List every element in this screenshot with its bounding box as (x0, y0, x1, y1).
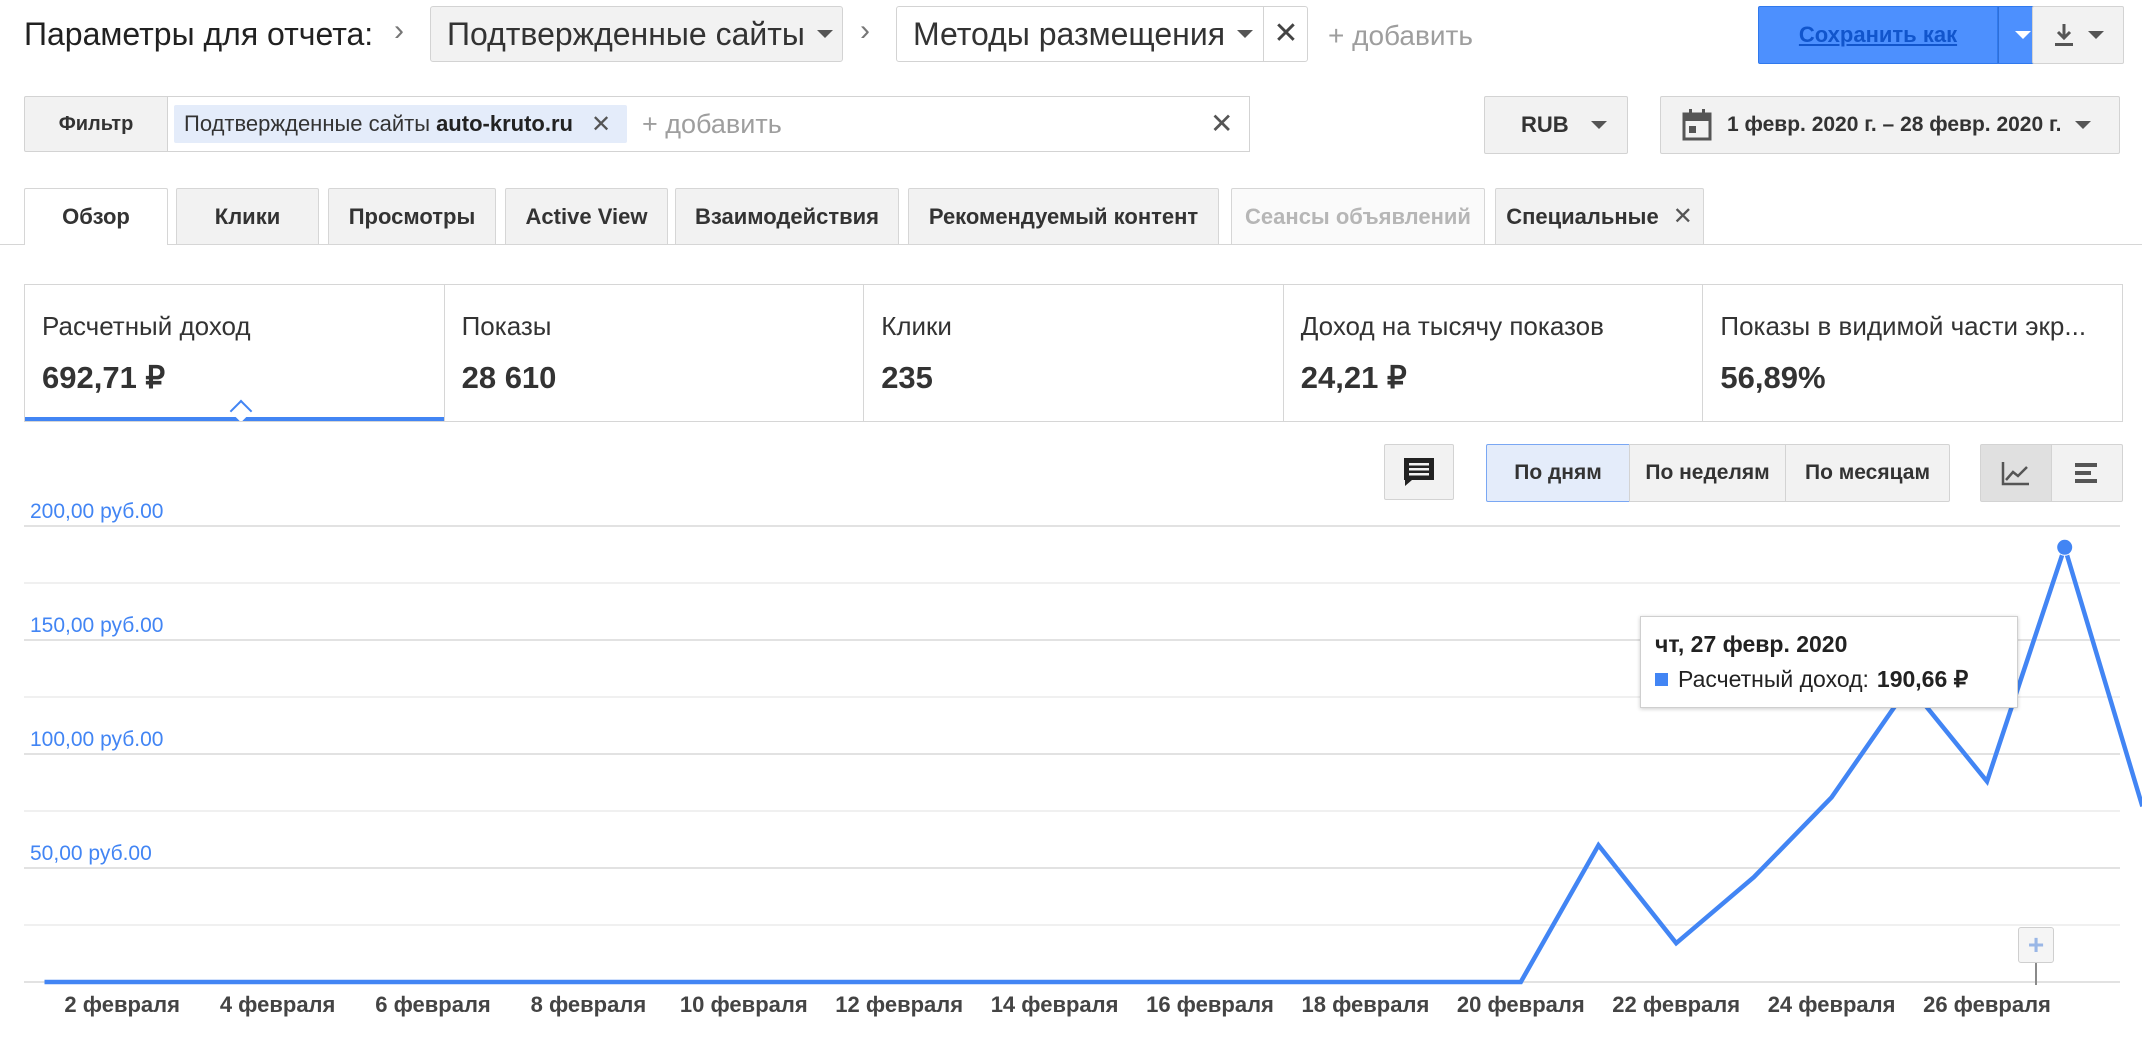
revenue-line-chart[interactable]: 200,00 руб.00 150,00 руб.00 100,00 руб.00 5… (0, 0, 2142, 1038)
tooltip-row: Расчетный доход: 190,66 ₽ (1655, 666, 2017, 693)
x-tick-label: 18 февраля (1302, 992, 1430, 1017)
x-tick-label: 12 февраля (835, 992, 963, 1017)
x-tick-label: 4 февраля (220, 992, 336, 1017)
tooltip-value: 190,66 ₽ (1876, 666, 1969, 692)
y-tick-label: 150,00 руб.00 (30, 614, 163, 637)
y-tick-label: 100,00 руб.00 (30, 728, 163, 751)
chart-add-annotation-plus-icon[interactable]: + (2018, 927, 2054, 963)
x-tick-label: 8 февраля (531, 992, 647, 1017)
chart-tooltip: чт, 27 февр. 2020 Расчетный доход: 190,6… (1640, 616, 2018, 708)
x-tick-label: 22 февраля (1612, 992, 1740, 1017)
x-tick-label: 16 февраля (1146, 992, 1274, 1017)
y-tick-label: 50,00 руб.00 (30, 842, 152, 865)
tooltip-date: чт, 27 февр. 2020 (1655, 631, 1848, 657)
x-tick-label: 6 февраля (375, 992, 491, 1017)
y-tick-label: 200,00 руб.00 (30, 500, 163, 523)
tooltip-series-swatch (1655, 673, 1668, 686)
x-tick-label: 14 февраля (991, 992, 1119, 1017)
x-tick-label: 20 февраля (1457, 992, 1585, 1017)
x-tick-label: 24 февраля (1768, 992, 1896, 1017)
x-tick-label: 2 февраля (64, 992, 180, 1017)
tooltip-series-label: Расчетный доход: (1678, 666, 1869, 692)
revenue-series-line (44, 539, 2142, 985)
x-tick-label: 10 февраля (680, 992, 808, 1017)
x-tick-label: 26 февраля (1923, 992, 2051, 1017)
annotation-marker-line (2035, 963, 2037, 985)
highlighted-data-point (2056, 538, 2074, 556)
